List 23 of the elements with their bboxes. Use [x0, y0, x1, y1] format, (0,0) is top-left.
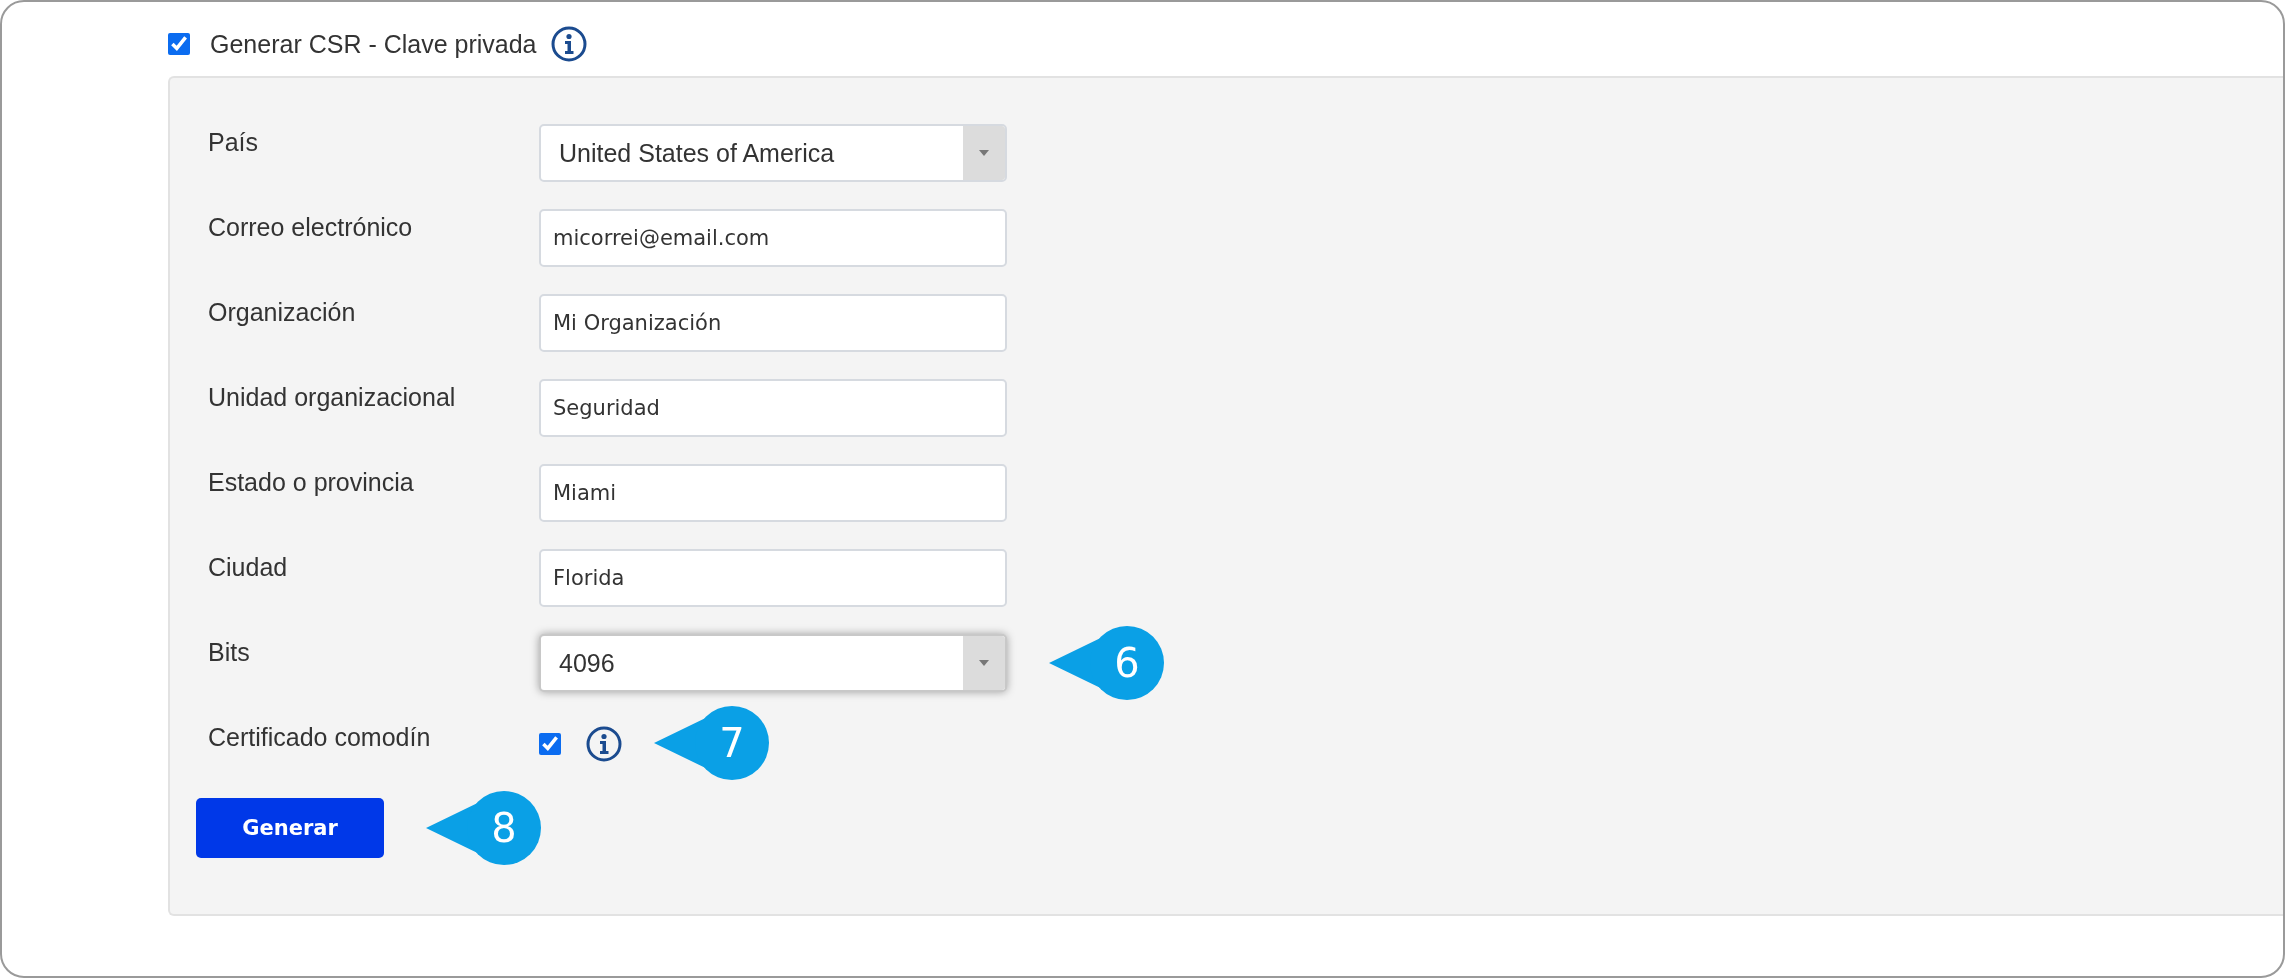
- field-label: Certificado comodín: [208, 722, 432, 752]
- input-field[interactable]: Mi Organización: [539, 294, 1007, 352]
- section-title: Generar CSR - Clave privada: [210, 29, 537, 59]
- input-field[interactable]: Florida: [539, 549, 1007, 607]
- generate-button[interactable]: Generar: [196, 798, 384, 858]
- field-label: Unidad organizacional: [208, 382, 457, 412]
- field-label: Organización: [208, 297, 357, 327]
- input-field[interactable]: Miami: [539, 464, 1007, 522]
- caret-icon: [978, 149, 990, 157]
- input-field[interactable]: micorrei@email.com: [539, 209, 1007, 267]
- checkbox[interactable]: [168, 33, 190, 55]
- dropdown[interactable]: United States of America: [539, 124, 1007, 182]
- dropdown[interactable]: 4096: [539, 634, 1007, 692]
- field-label: Estado o provincia: [208, 467, 415, 497]
- caret-icon: [978, 659, 990, 667]
- field-label: Ciudad: [208, 552, 289, 582]
- input-field[interactable]: Seguridad: [539, 379, 1007, 437]
- field-label: Bits: [208, 637, 251, 667]
- info-icon[interactable]: [550, 26, 587, 62]
- checkbox[interactable]: [539, 733, 561, 755]
- info-icon[interactable]: [586, 726, 622, 762]
- field-label: País: [208, 127, 260, 157]
- field-label: Correo electrónico: [208, 212, 414, 242]
